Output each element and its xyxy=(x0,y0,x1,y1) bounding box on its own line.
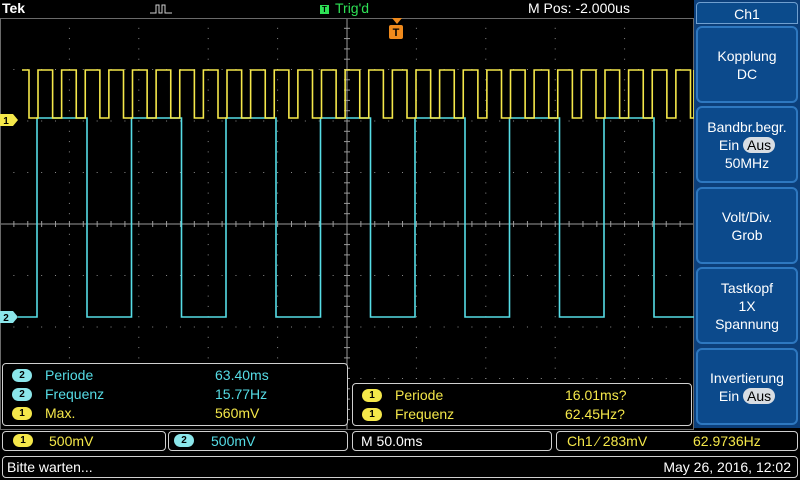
trigger-status: T Trig'd xyxy=(320,0,369,16)
measurement-row: 1 Frequenz 62.45Hz? xyxy=(353,405,689,423)
acquisition-run-icon xyxy=(150,4,172,14)
channel-badge: 1 xyxy=(362,408,382,421)
ch2-scale: 500mV xyxy=(211,433,256,449)
probe-button[interactable]: Tastkopf 1X Spannung xyxy=(696,267,798,344)
trigger-frequency: 62.9736Hz xyxy=(693,433,761,449)
ch1-scale: 500mV xyxy=(49,433,94,449)
invert-label: Invertierung xyxy=(710,369,784,386)
measurement-value: 16.01ms? xyxy=(565,387,627,403)
trigger-level: Ch1 ⁄ 283mV xyxy=(567,433,648,449)
bandwidth-limit-button[interactable]: Bandbr.begr. Ein Aus 50MHz xyxy=(696,106,798,183)
brand-logo: Tek xyxy=(2,0,26,16)
ch1-badge: 1 xyxy=(13,434,33,447)
ch1-scale-readout[interactable]: 1 500mV xyxy=(2,431,166,451)
measurement-row: 2 Periode 63.40ms xyxy=(3,366,343,384)
ch1-offset-label: 1 xyxy=(3,116,9,126)
volts-div-button[interactable]: Volt/Div. Grob xyxy=(696,187,798,264)
channel-badge: 2 xyxy=(12,369,32,382)
menu-title: Ch1 xyxy=(696,2,798,24)
coupling-button[interactable]: Kopplung DC xyxy=(696,26,798,103)
measurement-row: 1 Periode 16.01ms? xyxy=(353,386,689,404)
coupling-value: DC xyxy=(736,65,758,82)
bandwidth-off-option: Aus xyxy=(743,136,776,153)
measurement-name: Periode xyxy=(395,387,444,403)
measurement-row: 1 Max. 560mV xyxy=(3,404,343,422)
ch1-offset-marker[interactable]: 1 xyxy=(0,114,18,126)
invert-button[interactable]: Invertierung Ein Aus xyxy=(696,348,798,425)
invert-off-option: Aus xyxy=(743,387,776,404)
bandwidth-on-option: Ein xyxy=(718,136,740,153)
measurement-row: 2 Frequenz 15.77Hz xyxy=(3,385,343,403)
channel-badge: 1 xyxy=(362,389,382,402)
trigger-marker-label: T xyxy=(393,27,400,39)
timebase-readout[interactable]: M 50.0ms xyxy=(352,431,552,451)
top-status-bar: Tek T Trig'd M Pos: -2.000us xyxy=(0,0,694,18)
invert-on-option: Ein xyxy=(718,387,740,404)
probe-mode: Spannung xyxy=(715,315,779,332)
date-time: May 26, 2016, 12:02 xyxy=(663,459,791,475)
measurement-name: Periode xyxy=(45,367,94,383)
ch2-offset-label: 2 xyxy=(3,313,9,323)
message-box: Bitte warten... May 26, 2016, 12:02 xyxy=(2,456,798,478)
measurement-value: 560mV xyxy=(215,405,260,421)
channel-badge: 1 xyxy=(12,407,32,420)
measurement-name: Max. xyxy=(45,405,76,421)
message-bar: Bitte warten... May 26, 2016, 12:02 xyxy=(0,454,800,480)
status-message: Bitte warten... xyxy=(7,459,93,475)
measurement-name: Frequenz xyxy=(45,386,105,402)
probe-value: 1X xyxy=(738,297,756,314)
measurement-panel-left[interactable]: 2 Periode 63.40ms 2 Frequenz 15.77Hz 1 M… xyxy=(2,363,348,426)
measurement-name: Frequenz xyxy=(395,406,455,422)
measurement-value: 62.45Hz? xyxy=(565,406,625,422)
volts-div-value: Grob xyxy=(731,226,763,243)
bandwidth-value: 50MHz xyxy=(724,154,770,171)
ch2-offset-marker[interactable]: 2 xyxy=(0,311,18,323)
trigger-readout[interactable]: Ch1 ⁄ 283mV 62.9736Hz xyxy=(556,431,798,451)
trigger-status-icon: T xyxy=(320,5,329,14)
trigger-status-label: Trig'd xyxy=(335,0,370,16)
coupling-label: Kopplung xyxy=(717,47,777,64)
measurement-value: 63.40ms xyxy=(215,367,269,383)
probe-label: Tastkopf xyxy=(720,279,774,296)
ch2-badge: 2 xyxy=(174,434,194,447)
channel-badge: 2 xyxy=(12,388,32,401)
side-menu: Ch1 Kopplung DC Bandbr.begr. Ein Aus 50M… xyxy=(694,0,800,428)
timebase: M 50.0ms xyxy=(361,433,423,449)
ch2-scale-readout[interactable]: 2 500mV xyxy=(168,431,348,451)
measurement-value: 15.77Hz xyxy=(215,386,268,402)
bandwidth-label: Bandbr.begr. xyxy=(707,118,787,135)
horizontal-position: M Pos: -2.000us xyxy=(528,0,630,16)
volts-div-label: Volt/Div. xyxy=(721,208,773,225)
measurement-panel-right[interactable]: 1 Periode 16.01ms? 1 Frequenz 62.45Hz? xyxy=(352,383,692,426)
